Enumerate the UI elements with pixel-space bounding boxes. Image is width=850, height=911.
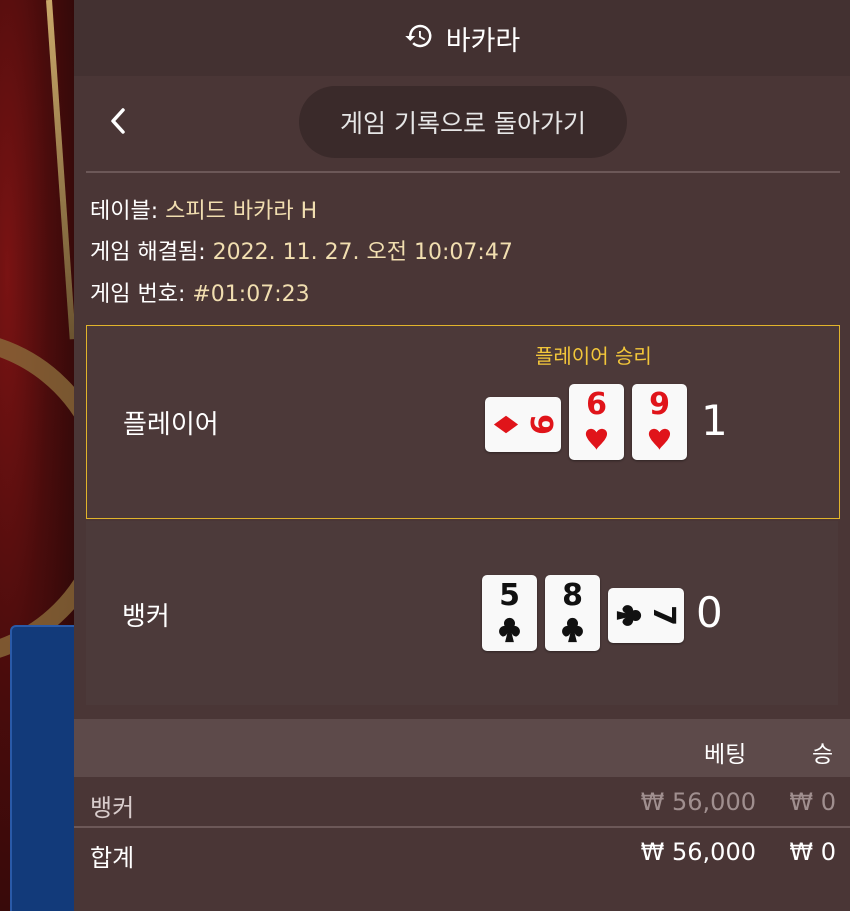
panel-title: 바카라: [445, 25, 521, 57]
card-rank: 9: [649, 387, 670, 422]
nav-bar: 게임 기록으로 돌아가기: [74, 76, 850, 171]
club-suit-icon: [562, 617, 583, 643]
back-arrow-button[interactable]: [106, 106, 130, 136]
diamond-suit-icon: [493, 415, 519, 434]
divider: [86, 171, 840, 173]
bet-row-name: 뱅커: [90, 794, 135, 822]
game-number-value: #01:07:23: [192, 282, 310, 307]
club-suit-icon: [499, 617, 520, 643]
result-label: 플레이어 승리: [535, 344, 652, 368]
background-rod: [46, 0, 74, 340]
banker-label: 뱅커: [122, 602, 170, 632]
bet-row-win: ₩ 0: [789, 788, 836, 816]
card-rank: 6: [586, 387, 607, 422]
player-score: 1: [701, 396, 728, 445]
player-label: 플레이어: [123, 410, 219, 440]
heart-suit-icon: [648, 428, 671, 450]
playing-card: 9: [632, 384, 687, 460]
game-number-label: 게임 번호:: [90, 282, 186, 307]
table-label: 테이블:: [90, 199, 159, 224]
playing-card: 6: [569, 384, 624, 460]
resolved-info: 게임 해결됨: 2022. 11. 27. 오전 10:07:47: [90, 234, 513, 266]
total-row-bet: ₩ 56,000: [640, 838, 756, 866]
playing-card: 8: [545, 575, 600, 651]
resolved-value: 2022. 11. 27. 오전 10:07:47: [212, 240, 513, 265]
playing-card: 7: [608, 588, 684, 643]
total-row-win: ₩ 0: [789, 838, 836, 866]
chevron-left-icon: [111, 108, 125, 134]
bet-row-total: 합계 ₩ 56,000 ₩ 0: [74, 828, 850, 876]
club-suit-icon: [616, 605, 642, 626]
resolved-label: 게임 해결됨:: [90, 240, 206, 265]
column-bet: 베팅: [704, 742, 747, 768]
playing-card: 9: [485, 397, 561, 452]
heart-suit-icon: [585, 428, 608, 450]
history-icon: [404, 21, 434, 55]
table-info: 테이블: 스피드 바카라 H: [90, 193, 317, 225]
table-value: 스피드 바카라 H: [165, 199, 318, 224]
card-rank: 9: [523, 414, 558, 435]
game-number-info: 게임 번호: #01:07:23: [90, 276, 310, 308]
card-rank: 7: [646, 605, 681, 626]
background-ring: [0, 330, 74, 666]
card-rank: 5: [499, 578, 520, 613]
back-to-history-button[interactable]: 게임 기록으로 돌아가기: [299, 86, 627, 158]
card-rank: 8: [562, 578, 583, 613]
player-result-box: 플레이어 승리 플레이어 9 6 9 1: [86, 325, 840, 519]
bets-table-header: 베팅 승: [74, 719, 850, 777]
panel-header: 바카라: [74, 0, 850, 76]
game-history-panel: 바카라 게임 기록으로 돌아가기 테이블: 스피드 바카라 H 게임 해결됨: …: [74, 0, 850, 911]
table-background: [0, 0, 74, 911]
background-blue-panel: [10, 625, 74, 911]
banker-score: 0: [696, 588, 723, 637]
bet-row-banker: 뱅커 ₩ 56,000 ₩ 0: [74, 778, 850, 826]
column-win: 승: [812, 742, 834, 768]
banker-result-box: 뱅커 5 8 7 0: [86, 521, 838, 705]
bet-row-bet: ₩ 56,000: [640, 788, 756, 816]
playing-card: 5: [482, 575, 537, 651]
total-row-name: 합계: [90, 844, 135, 872]
